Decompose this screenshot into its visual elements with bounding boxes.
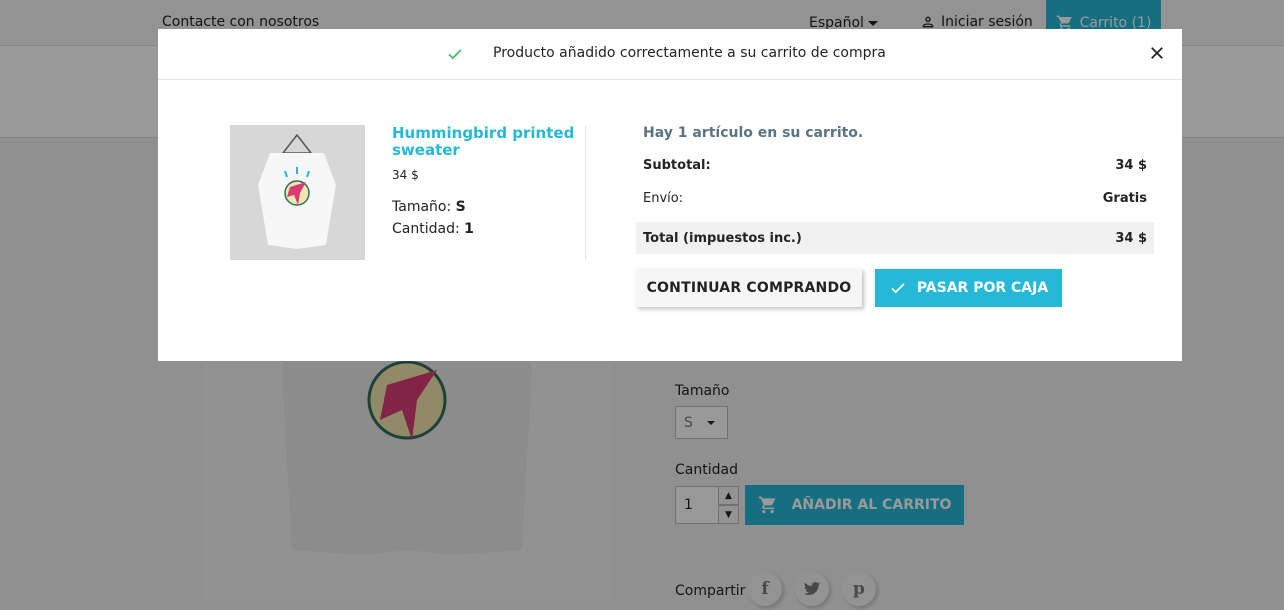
check-icon — [448, 49, 462, 60]
add-to-cart-modal: Producto añadido correctamente a su carr… — [158, 29, 1182, 361]
divider — [585, 125, 586, 260]
total-value: 34 $ — [1115, 230, 1147, 246]
shipping-value: Gratis — [1102, 190, 1147, 206]
close-icon[interactable] — [1148, 44, 1166, 62]
product-size-value: S — [455, 199, 466, 215]
cart-count-text: Hay 1 artículo en su carrito. — [643, 125, 864, 141]
continue-shopping-button[interactable]: CONTINUAR COMPRANDO — [636, 269, 862, 307]
subtotal-value: 34 $ — [1115, 157, 1147, 173]
check-icon — [891, 283, 905, 294]
product-quantity-value: 1 — [464, 221, 474, 237]
total-row: Total (impuestos inc.) 34 $ — [636, 222, 1154, 254]
shipping-row: Envío: Gratis — [636, 182, 1154, 214]
product-size: Tamaño: S — [392, 199, 466, 215]
product-quantity-label: Cantidad: — [392, 221, 460, 237]
product-quantity: Cantidad: 1 — [392, 221, 474, 237]
shipping-label: Envío: — [643, 190, 684, 206]
modal-header: Producto añadido correctamente a su carr… — [158, 29, 1182, 80]
checkout-label: PASAR POR CAJA — [916, 280, 1049, 296]
product-name: Hummingbird printed sweater — [392, 124, 575, 159]
subtotal-row: Subtotal: 34 $ — [636, 149, 1154, 181]
product-price: 34 $ — [392, 168, 419, 182]
checkout-button[interactable]: PASAR POR CAJA — [875, 269, 1062, 307]
product-size-label: Tamaño: — [392, 199, 452, 215]
subtotal-label: Subtotal: — [643, 157, 711, 173]
total-label: Total (impuestos inc.) — [643, 230, 802, 246]
modal-title: Producto añadido correctamente a su carr… — [493, 45, 886, 61]
product-thumbnail — [230, 125, 365, 260]
